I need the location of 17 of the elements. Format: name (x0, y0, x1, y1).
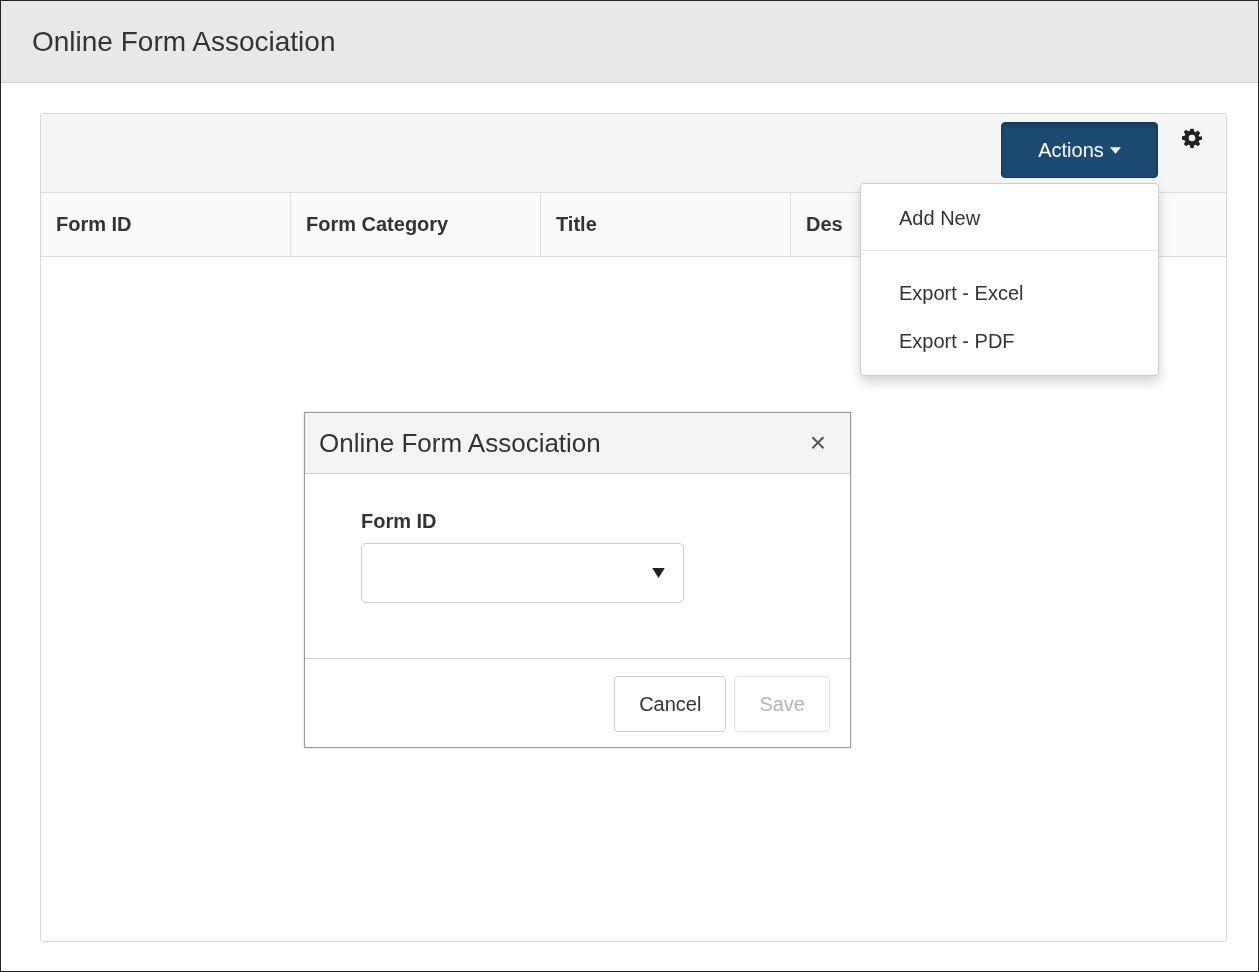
dialog-title: Online Form Association (319, 427, 601, 459)
dialog-button[interactable]: Cancel (614, 676, 727, 732)
menu-item[interactable]: Export - PDF (861, 317, 1158, 365)
select-field[interactable] (361, 543, 684, 603)
menu-item[interactable]: Export - Excel (861, 269, 1158, 317)
column-header[interactable]: Form ID (56, 213, 132, 236)
column-header[interactable]: Des (806, 213, 843, 236)
page-title: Online Form Association (32, 25, 336, 58)
actions-button[interactable]: Actions (1001, 122, 1158, 178)
close-button[interactable]: × (805, 427, 830, 459)
column-header[interactable]: Form Category (306, 213, 449, 236)
menu-item[interactable]: Add New (861, 194, 1158, 242)
settings-icon[interactable] (1182, 128, 1202, 148)
field-label: Form ID (361, 510, 438, 533)
caret-icon (1109, 146, 1121, 154)
caret-icon (652, 568, 665, 578)
column-header[interactable]: Title (556, 213, 597, 236)
